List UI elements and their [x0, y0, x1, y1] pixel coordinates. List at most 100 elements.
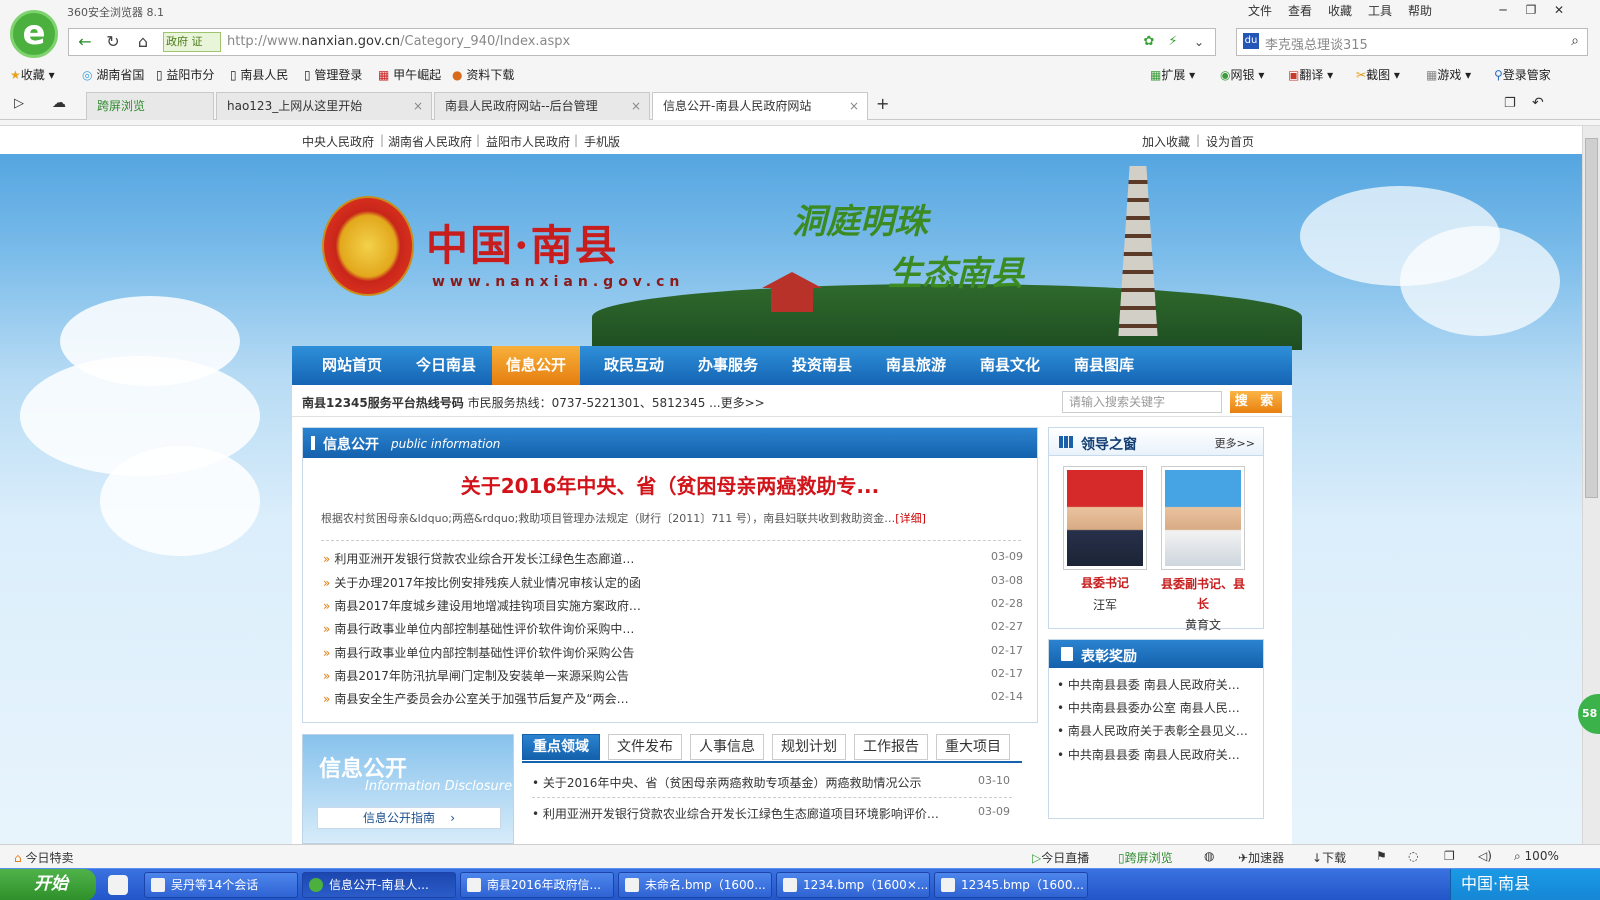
- award-item[interactable]: • 中共南县县委 南县人民政府关…: [1057, 746, 1257, 763]
- task-chat[interactable]: 吴丹等14个会话: [144, 872, 298, 898]
- maximize-icon[interactable]: ❐: [1518, 0, 1544, 20]
- bottom-news-item[interactable]: • 关于2016年中央、省（贫困母亲两癌救助专项基金）两癌救助情况公示 03-10: [532, 774, 1010, 794]
- daily-sale-link[interactable]: ⌂ 今日特卖: [14, 849, 73, 866]
- cloud-icon[interactable]: ☁: [52, 95, 66, 111]
- tab-admin[interactable]: 南县人民政府网站--后台管理 ×: [434, 92, 650, 120]
- browser-mode-icon[interactable]: ◌: [1408, 849, 1418, 863]
- bookmark-yiyang[interactable]: ▯ 益阳市分: [156, 66, 214, 83]
- disclosure-guide-link[interactable]: 信息公开指南 ›: [317, 807, 501, 829]
- page-scrollbar[interactable]: [1582, 126, 1600, 844]
- menu-file[interactable]: 文件: [1248, 2, 1272, 19]
- nav-interaction[interactable]: 政民互动: [586, 346, 682, 385]
- window-icon[interactable]: ❐: [1444, 849, 1455, 863]
- award-item[interactable]: • 南县人民政府关于表彰全县见义…: [1057, 722, 1257, 739]
- bookmark-hunan[interactable]: ◎ 湖南省国: [82, 66, 144, 83]
- nav-services[interactable]: 办事服务: [680, 346, 776, 385]
- live-link[interactable]: ▷今日直播: [1032, 849, 1089, 866]
- toolbar-screenshot[interactable]: ✂截图 ▾: [1356, 66, 1400, 83]
- close-window-icon[interactable]: ✕: [1546, 0, 1572, 20]
- menu-favorites[interactable]: 收藏: [1328, 2, 1352, 19]
- news-item[interactable]: » 南县2017年度城乡建设用地增减挂钩项目实施方案政府… 02-28: [323, 597, 1023, 617]
- bookmark-nanxian[interactable]: ▯ 南县人民: [230, 66, 288, 83]
- volume-icon[interactable]: ◁): [1478, 849, 1492, 863]
- award-item[interactable]: • 中共南县县委 南县人民政府关…: [1057, 676, 1257, 693]
- menu-help[interactable]: 帮助: [1408, 2, 1432, 19]
- task-paint-3[interactable]: 12345.bmp（1600...: [934, 872, 1088, 898]
- headline-link[interactable]: 关于2016年中央、省（贫困母亲两癌救助专...: [303, 470, 1037, 499]
- url-text[interactable]: http://www.nanxian.gov.cn/Category_940/I…: [227, 34, 570, 49]
- tab-info-public[interactable]: 信息公开-南县人民政府网站 ×: [652, 92, 868, 120]
- link-central-gov[interactable]: 中央人民政府: [302, 133, 374, 150]
- speed-icon[interactable]: ⚡: [1159, 29, 1187, 55]
- link-hunan-gov[interactable]: 湖南省人民政府: [388, 133, 472, 150]
- task-browser[interactable]: 信息公开-南县人...: [302, 872, 456, 898]
- baidu-icon[interactable]: du: [1243, 33, 1259, 49]
- quicklaunch-icon[interactable]: [108, 875, 128, 895]
- cross-screen-link[interactable]: ▯跨屏浏览: [1118, 849, 1173, 866]
- toolbar-translate[interactable]: ▣翻译 ▾: [1288, 66, 1333, 83]
- refresh-icon[interactable]: ↻: [99, 29, 127, 55]
- tab-personnel[interactable]: 人事信息: [690, 734, 764, 760]
- tab-file-release[interactable]: 文件发布: [608, 734, 682, 760]
- accelerator-link[interactable]: ✈加速器: [1238, 849, 1284, 866]
- toolbar-games[interactable]: ▦游戏 ▾: [1426, 66, 1471, 83]
- bookmark-admin-login[interactable]: ▯ 管理登录: [304, 66, 362, 83]
- tab-work-report[interactable]: 工作报告: [854, 734, 928, 760]
- toolbar-bank[interactable]: ◉网银 ▾: [1220, 66, 1264, 83]
- browser-search-box[interactable]: du 李克强总理谈315 ⌕: [1236, 28, 1588, 56]
- task-doc[interactable]: 南县2016年政府信...: [460, 872, 614, 898]
- nav-gallery[interactable]: 南县图库: [1056, 346, 1152, 385]
- bookmark-favorites[interactable]: ★收藏 ▾: [10, 66, 55, 83]
- nav-culture[interactable]: 南县文化: [962, 346, 1058, 385]
- bottom-news-item[interactable]: • 利用亚洲开发银行贷款农业综合开发长江绿色生态廊道项目环境影响评价… 03-09: [532, 805, 1010, 825]
- dropdown-icon[interactable]: ⌄: [1185, 29, 1213, 55]
- detail-link[interactable]: [详细]: [895, 512, 926, 525]
- flag-icon[interactable]: ⚑: [1376, 849, 1387, 863]
- tab-hao123[interactable]: hao123_上网从这里开始 ×: [216, 92, 432, 120]
- minimize-icon[interactable]: ─: [1490, 0, 1516, 20]
- site-search-input[interactable]: 请输入搜索关键字: [1062, 391, 1222, 413]
- sidebar-toggle-icon[interactable]: ▷: [14, 96, 24, 111]
- site-search-button[interactable]: 搜 索: [1230, 391, 1282, 413]
- tab-planning[interactable]: 规划计划: [772, 734, 846, 760]
- tab-cross-screen[interactable]: 跨屏浏览: [86, 92, 214, 120]
- start-button[interactable]: 开始: [0, 869, 96, 900]
- nav-today[interactable]: 今日南县: [398, 346, 494, 385]
- news-item[interactable]: » 关于办理2017年按比例安排残疾人就业情况审核认定的函 03-08: [323, 574, 1023, 594]
- news-item[interactable]: » 利用亚洲开发银行贷款农业综合开发长江绿色生态廊道… 03-09: [323, 550, 1023, 570]
- bookmark-jiawu[interactable]: ▦ 甲午崛起: [378, 66, 441, 83]
- toolbar-login-manager[interactable]: ⚲登录管家: [1494, 66, 1551, 83]
- nav-tourism[interactable]: 南县旅游: [868, 346, 964, 385]
- news-item[interactable]: » 南县安全生产委员会办公室关于加强节后复产及“两会… 02-14: [323, 690, 1023, 710]
- search-value[interactable]: 李克强总理谈315: [1265, 34, 1368, 53]
- menu-view[interactable]: 查看: [1288, 2, 1312, 19]
- link-mobile[interactable]: 手机版: [584, 133, 620, 150]
- task-paint-2[interactable]: 1234.bmp（1600×...: [776, 872, 930, 898]
- link-add-favorite[interactable]: 加入收藏: [1142, 133, 1190, 150]
- nav-info-public[interactable]: 信息公开: [492, 346, 580, 385]
- address-bar[interactable]: ← ↻ ⌂ 政府 证 http://www.nanxian.gov.cn/Cat…: [68, 28, 1216, 56]
- search-icon[interactable]: ⌕: [1571, 33, 1579, 49]
- home-icon[interactable]: ⌂: [129, 29, 157, 55]
- back-icon[interactable]: ←: [71, 29, 99, 55]
- news-item[interactable]: » 南县行政事业单位内部控制基础性评价软件询价采购中… 02-27: [323, 620, 1023, 640]
- leader-photo-2[interactable]: [1161, 466, 1245, 570]
- undo-close-icon[interactable]: ↶: [1532, 95, 1544, 111]
- nav-invest[interactable]: 投资南县: [774, 346, 870, 385]
- close-tab-icon[interactable]: ×: [631, 93, 641, 119]
- leader-photo-1[interactable]: [1063, 466, 1147, 570]
- tab-key-areas[interactable]: 重点领域: [522, 734, 600, 760]
- bookmark-downloads[interactable]: ● 资料下载: [452, 66, 514, 83]
- gov-cert-badge[interactable]: 政府 证: [163, 32, 221, 52]
- tab-list-icon[interactable]: ❐: [1504, 96, 1516, 111]
- new-tab-icon[interactable]: +: [876, 94, 889, 113]
- toolbar-extensions[interactable]: ▦扩展 ▾: [1150, 66, 1195, 83]
- news-item[interactable]: » 南县行政事业单位内部控制基础性评价软件询价采购公告 02-17: [323, 644, 1023, 664]
- system-tray[interactable]: 中国·南县: [1450, 869, 1600, 900]
- disclosure-banner[interactable]: 信息公开 Information Disclosure 信息公开指南 ›: [302, 734, 514, 844]
- award-item[interactable]: • 中共南县县委办公室 南县人民…: [1057, 699, 1257, 716]
- zoom-level[interactable]: ⌕ 100%: [1514, 849, 1559, 864]
- scroll-thumb[interactable]: [1585, 138, 1598, 498]
- leader-role-1[interactable]: 县委书记: [1063, 574, 1147, 591]
- news-item[interactable]: » 南县2017年防汛抗旱闸门定制及安装单一来源采购公告 02-17: [323, 667, 1023, 687]
